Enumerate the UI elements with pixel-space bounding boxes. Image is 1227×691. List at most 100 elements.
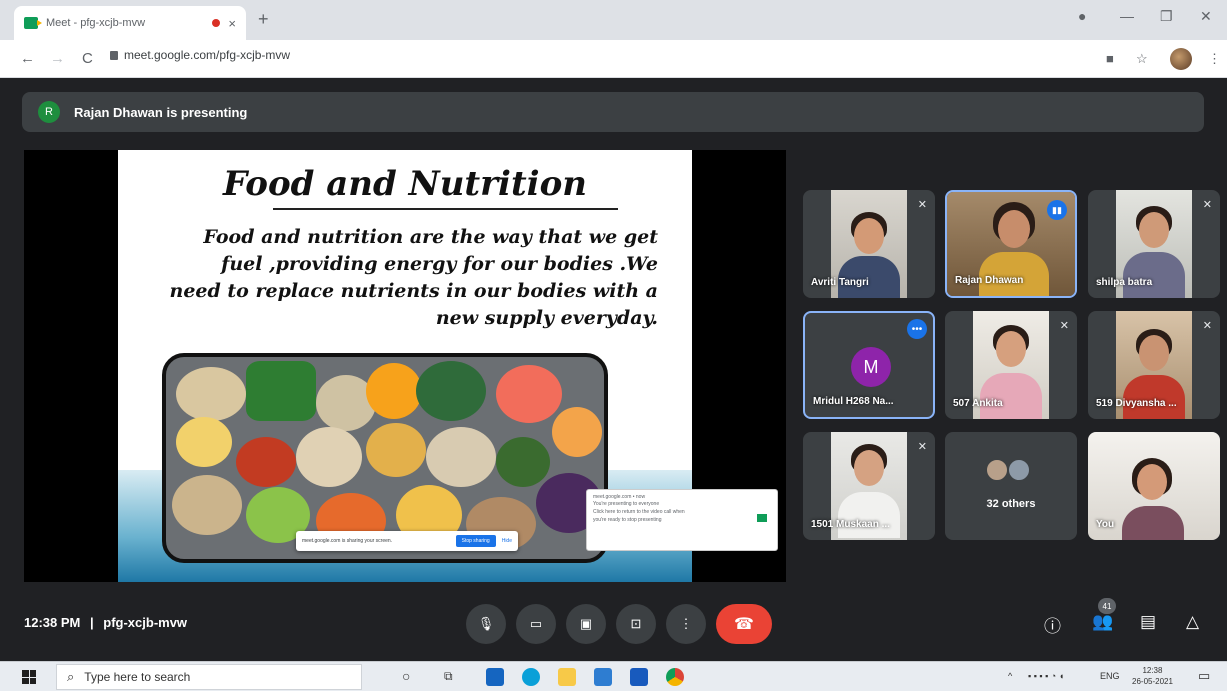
participant-tile[interactable]: ✕ Avriti Tangri xyxy=(803,190,935,298)
chrome-browser-icon[interactable] xyxy=(666,668,684,686)
mic-muted-icon: ✕ xyxy=(1202,199,1212,211)
mic-muted-icon: ✕ xyxy=(917,199,927,211)
camera-button[interactable]: ▭ xyxy=(516,604,556,644)
profile-avatar[interactable] xyxy=(1170,48,1192,70)
presenter-avatar: R xyxy=(38,101,60,123)
slide-body-line: new supply everyday. xyxy=(435,307,658,329)
taskbar-search-box[interactable]: ⌕ Type here to search xyxy=(56,664,362,690)
others-tile[interactable]: 32 others xyxy=(945,432,1077,540)
meeting-code: pfg-xcjb-mvw xyxy=(103,615,188,630)
recording-indicator-icon xyxy=(212,19,221,27)
presenting-text: Rajan Dhawan is presenting xyxy=(74,104,248,120)
meet-camera-icon xyxy=(757,514,767,522)
word-app-icon[interactable] xyxy=(630,668,648,686)
slide-body: Food and nutrition are the way that we g… xyxy=(158,224,658,332)
microphone-icon: 🎙 xyxy=(477,616,495,631)
hide-button[interactable]: Hide xyxy=(502,538,512,544)
presenting-banner: R Rajan Dhawan is presenting xyxy=(22,92,1204,132)
others-avatar xyxy=(985,458,1009,482)
participant-tile[interactable]: M ••• Mridul H268 Na... xyxy=(803,311,935,419)
tab-title: Meet - pfg-xcjb-mvw xyxy=(46,17,146,29)
chat-icon[interactable]: ▤ xyxy=(1140,612,1156,632)
close-window-button[interactable]: ✕ xyxy=(1200,8,1212,25)
others-avatar xyxy=(1007,458,1031,482)
camera-icon: ▭ xyxy=(529,616,543,631)
edge-browser-icon[interactable] xyxy=(522,668,540,686)
participant-avatar: M xyxy=(851,347,891,387)
camera-in-use-icon[interactable]: ■ xyxy=(1106,51,1114,66)
meet-favicon-icon xyxy=(24,17,42,29)
mail-app-icon[interactable] xyxy=(486,668,504,686)
participant-name: Rajan Dhawan xyxy=(955,275,1024,286)
minimize-button[interactable]: — xyxy=(1120,8,1134,24)
participant-tile[interactable]: ✕ 1501 Muskaan ... xyxy=(803,432,935,540)
slide-body-line: Food and nutrition are the way that we g… xyxy=(203,226,658,248)
people-icon[interactable]: 👥 xyxy=(1092,612,1113,632)
screen-share-bar: meet.google.com is sharing your screen. … xyxy=(296,531,518,551)
participant-tile[interactable]: ✕ 507 Ankita xyxy=(945,311,1077,419)
participant-name: Avriti Tangri xyxy=(811,277,869,288)
participant-name: Mridul H268 Na... xyxy=(813,396,894,407)
title-underline xyxy=(273,208,618,210)
bookmark-star-icon[interactable]: ☆ xyxy=(1136,51,1148,67)
participant-tile[interactable]: ▮▮ Rajan Dhawan xyxy=(945,190,1077,298)
captions-icon: ▣ xyxy=(579,616,593,631)
notification-line: Click here to return to the video call w… xyxy=(593,509,685,515)
more-vert-icon: ⋮ xyxy=(679,616,693,631)
tab-close-button[interactable]: × xyxy=(228,16,236,31)
profile-dot-icon: ● xyxy=(1078,8,1087,24)
notifications-icon[interactable]: ▭ xyxy=(1198,668,1210,684)
task-view-icon[interactable]: ⧉ xyxy=(444,669,453,684)
participant-name: 519 Divyansha ... xyxy=(1096,398,1177,409)
browser-tab[interactable]: Meet - pfg-xcjb-mvw × xyxy=(14,6,246,40)
forward-button[interactable]: → xyxy=(50,50,65,67)
meeting-info-icon[interactable]: ⓘ xyxy=(1044,612,1061,637)
presenting-notification[interactable]: meet.google.com • now You're presenting … xyxy=(586,489,778,551)
notification-line: you're ready to stop presenting xyxy=(593,517,662,523)
more-options-icon[interactable]: ••• xyxy=(907,319,927,339)
share-bar-text: meet.google.com is sharing your screen. xyxy=(302,538,393,544)
others-count-label: 32 others xyxy=(986,498,1036,510)
file-explorer-icon[interactable] xyxy=(558,668,576,686)
more-options-button[interactable]: ⋮ xyxy=(666,604,706,644)
participant-name: shilpa batra xyxy=(1096,277,1153,288)
meeting-details: 12:38 PM | pfg-xcjb-mvw xyxy=(24,615,187,630)
activities-icon[interactable]: △ xyxy=(1186,612,1199,632)
cortana-icon[interactable]: ○ xyxy=(402,668,410,684)
tray-overflow-icon[interactable]: ^ xyxy=(1008,671,1012,681)
lock-icon xyxy=(110,50,118,60)
search-icon: ⌕ xyxy=(67,669,75,684)
address-bar[interactable]: meet.google.com/pfg-xcjb-mvw xyxy=(110,48,290,62)
present-button[interactable]: ⊡ xyxy=(616,604,656,644)
taskbar-clock[interactable]: 12:38 26-05-2021 xyxy=(1132,665,1173,687)
back-button[interactable]: ← xyxy=(20,50,35,67)
tray-icons[interactable]: ▪ ▪ ▪ ▪ ◔ ◖ xyxy=(1028,671,1064,681)
participant-tile[interactable]: ✕ 519 Divyansha ... xyxy=(1088,311,1220,419)
leave-call-button[interactable]: ☎ xyxy=(716,604,772,644)
store-app-icon[interactable] xyxy=(594,668,612,686)
captions-button[interactable]: ▣ xyxy=(566,604,606,644)
windows-taskbar: ⌕ Type here to search ○ ⧉ ^ ▪ ▪ ▪ ▪ ◔ ◖ … xyxy=(0,661,1227,691)
phone-hangup-icon: ☎ xyxy=(734,616,754,633)
url-text: meet.google.com/pfg-xcjb-mvw xyxy=(124,48,291,62)
language-indicator[interactable]: ENG xyxy=(1100,671,1120,681)
restore-button[interactable]: ❐ xyxy=(1160,8,1173,25)
reload-button[interactable]: C xyxy=(82,50,93,67)
new-tab-button[interactable]: + xyxy=(258,9,269,30)
clock-date: 26-05-2021 xyxy=(1132,677,1173,686)
slide-body-line: need to replace nutrients in our bodies … xyxy=(169,280,658,302)
stop-sharing-button[interactable]: Stop sharing xyxy=(455,535,496,547)
current-time: 12:38 PM xyxy=(24,615,81,630)
clock-time: 12:38 xyxy=(1142,666,1163,675)
mic-muted-icon: ✕ xyxy=(1059,320,1069,332)
self-tile[interactable]: You xyxy=(1088,432,1220,540)
participant-tile[interactable]: ✕ shilpa batra xyxy=(1088,190,1220,298)
browser-menu-button[interactable]: ⋮ xyxy=(1208,51,1221,67)
separator: | xyxy=(90,615,94,630)
start-button[interactable] xyxy=(22,670,36,684)
present-screen-icon: ⊡ xyxy=(630,616,642,631)
slide-title: Food and Nutrition xyxy=(223,164,587,204)
mic-muted-icon: ✕ xyxy=(1202,320,1212,332)
speaking-indicator-icon: ▮▮ xyxy=(1047,200,1067,220)
microphone-button[interactable]: 🎙 xyxy=(466,604,506,644)
